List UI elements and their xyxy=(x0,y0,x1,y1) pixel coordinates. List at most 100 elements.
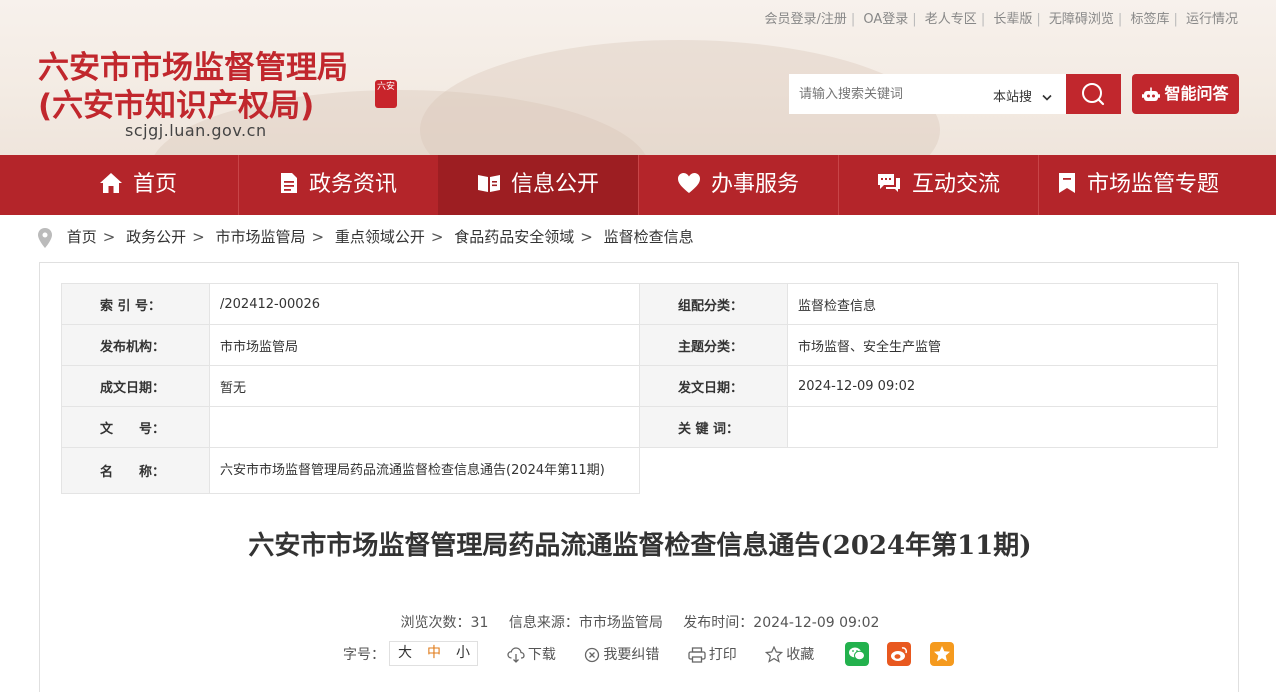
font-size-label: 字号： xyxy=(343,646,385,663)
article-container: 索 引 号： /202412-00026 组配分类： 监督检查信息 发布机构： … xyxy=(39,262,1239,692)
nav-item-news[interactable]: 政务资讯 xyxy=(238,155,438,215)
download-label: 下载 xyxy=(527,646,556,663)
search-scope-label: 本站搜 xyxy=(993,90,1033,105)
view-count: 浏览次数：31 xyxy=(400,615,489,631)
favorite-label: 收藏 xyxy=(786,646,815,663)
nav-label: 首页 xyxy=(132,172,177,197)
document-number-value xyxy=(209,406,640,448)
top-link-elderly-zone[interactable]: 老人专区 xyxy=(925,12,977,27)
star-outline-icon xyxy=(765,645,784,663)
home-icon xyxy=(99,173,122,193)
chat-icon xyxy=(877,174,900,192)
site-title-line2[interactable]: (六安市知识产权局) xyxy=(38,80,314,125)
top-link-elder-version[interactable]: 长辈版 xyxy=(993,12,1032,27)
wechat-icon xyxy=(848,647,865,660)
search-box: 本站搜 xyxy=(789,74,1066,114)
topic-category-value: 市场监督、安全生产监管 xyxy=(787,324,1218,366)
table-row: 成文日期： 暂无 发文日期： 2024-12-09 09:02 xyxy=(61,365,1218,407)
name-value: 六安市市场监督管理局药品流通监督检查信息通告(2024年第11期) xyxy=(209,447,640,494)
nav-item-interaction[interactable]: 互动交流 xyxy=(838,155,1038,215)
written-date-label: 成文日期： xyxy=(61,365,210,407)
font-size-medium[interactable]: 中 xyxy=(419,642,448,665)
robot-icon xyxy=(1142,87,1161,101)
table-row: 索 引 号： /202412-00026 组配分类： 监督检查信息 xyxy=(61,283,1218,325)
main-nav: 首页 政务资讯 信息公开 办事服务 互动交流 市场监管专题 xyxy=(0,155,1276,215)
issue-date-label: 发文日期： xyxy=(639,365,788,407)
printer-icon xyxy=(688,646,706,663)
report-error-label: 我要纠错 xyxy=(603,646,660,663)
keywords-label: 关 键 词： xyxy=(639,406,788,448)
table-row: 文 号： 关 键 词： xyxy=(61,406,1218,448)
top-links: 会员登录/注册 | OA登录 | 老人专区 | 长辈版 | 无障碍浏览 | 标签库 | 运行… xyxy=(764,12,1238,27)
breadcrumb: 首页 > 政务公开 > 市市场监管局 > 重点领域公开 > 食品药品安全领域 > 监督检查… xyxy=(38,226,694,252)
nav-item-info-disclosure[interactable]: 信息公开 xyxy=(438,155,638,215)
breadcrumb-bureau[interactable]: 市市场监管局 xyxy=(216,228,306,246)
nav-label: 互动交流 xyxy=(911,172,1000,197)
nav-item-home[interactable]: 首页 xyxy=(38,155,238,215)
top-link-login[interactable]: 会员登录/注册 xyxy=(764,12,846,27)
top-link-oa[interactable]: OA登录 xyxy=(863,12,908,27)
breadcrumb-inspection-info[interactable]: 监督检查信息 xyxy=(604,228,694,246)
nav-label: 办事服务 xyxy=(710,172,799,197)
print-label: 打印 xyxy=(708,646,737,663)
print-button[interactable]: 打印 xyxy=(688,644,737,664)
nav-item-market-topics[interactable]: 市场监管专题 xyxy=(1038,155,1238,215)
written-date-value: 暂无 xyxy=(209,365,640,407)
ai-qa-button[interactable]: 智能问答 xyxy=(1132,74,1239,114)
download-button[interactable]: 下载 xyxy=(507,644,556,664)
topic-category-label: 主题分类： xyxy=(639,324,788,366)
font-size-switcher: 大中小 xyxy=(389,641,479,666)
top-link-accessibility[interactable]: 无障碍浏览 xyxy=(1049,12,1114,27)
empty-cell xyxy=(787,447,1218,494)
favorite-button[interactable]: 收藏 xyxy=(765,644,814,664)
table-row: 名 称： 六安市市场监督管理局药品流通监督检查信息通告(2024年第11期) xyxy=(61,447,1218,494)
breadcrumb-food-drug-safety[interactable]: 食品药品安全领域 xyxy=(454,228,574,246)
location-pin-icon xyxy=(38,227,52,248)
article-tools: 字号： 大中小 下载 我要纠错 打印 收藏 xyxy=(343,641,954,667)
issue-date-value: 2024-12-09 09:02 xyxy=(787,365,1218,407)
index-number-label: 索 引 号： xyxy=(61,283,210,325)
publish-time: 发布时间：2024-12-09 09:02 xyxy=(683,615,880,631)
share-qzone-button[interactable] xyxy=(929,641,954,666)
search-scope-select[interactable]: 本站搜 xyxy=(993,86,1052,105)
share-wechat-button[interactable] xyxy=(844,641,869,666)
ai-qa-label: 智能问答 xyxy=(1164,84,1229,103)
qzone-star-icon xyxy=(933,645,950,661)
empty-cell xyxy=(639,447,788,494)
breadcrumb-home[interactable]: 首页 xyxy=(67,228,97,246)
site-header: 会员登录/注册 | OA登录 | 老人专区 | 长辈版 | 无障碍浏览 | 标签库 | 运行… xyxy=(0,0,1276,155)
nav-item-services[interactable]: 办事服务 xyxy=(638,155,838,215)
table-row: 发布机构： 市市场监管局 主题分类： 市场监督、安全生产监管 xyxy=(61,324,1218,366)
font-size-small[interactable]: 小 xyxy=(448,642,477,665)
search-input[interactable] xyxy=(789,74,979,114)
group-category-value: 监督检查信息 xyxy=(787,283,1218,325)
info-source: 信息来源：市市场监管局 xyxy=(508,615,663,631)
document-number-label: 文 号： xyxy=(61,406,210,448)
top-link-operation-status[interactable]: 运行情况 xyxy=(1186,12,1238,27)
heart-icon xyxy=(677,173,700,193)
open-book-icon xyxy=(477,175,500,192)
seal-logo: 六安 xyxy=(375,80,397,108)
document-meta-table: 索 引 号： /202412-00026 组配分类： 监督检查信息 发布机构： … xyxy=(61,283,1218,494)
publisher-label: 发布机构： xyxy=(61,324,210,366)
search-icon xyxy=(1082,83,1105,106)
bookmark-icon xyxy=(1058,173,1075,193)
document-icon xyxy=(280,173,297,193)
chevron-down-icon xyxy=(1042,94,1052,101)
breadcrumb-key-areas[interactable]: 重点领域公开 xyxy=(335,228,425,246)
group-category-label: 组配分类： xyxy=(639,283,788,325)
breadcrumb-gov-affairs[interactable]: 政务公开 xyxy=(126,228,186,246)
share-weibo-button[interactable] xyxy=(887,641,912,666)
search-button[interactable] xyxy=(1066,74,1121,114)
weibo-icon xyxy=(891,646,908,661)
index-number-value: /202412-00026 xyxy=(209,283,640,325)
error-circle-icon xyxy=(585,647,600,662)
report-error-button[interactable]: 我要纠错 xyxy=(584,644,659,664)
font-size-large[interactable]: 大 xyxy=(390,642,419,665)
name-label: 名 称： xyxy=(61,447,210,494)
nav-label: 信息公开 xyxy=(510,172,599,197)
publisher-value: 市市场监管局 xyxy=(209,324,640,366)
keywords-value xyxy=(787,406,1218,448)
top-link-tag-library[interactable]: 标签库 xyxy=(1130,12,1169,27)
article-info: 浏览次数：31 信息来源：市市场监管局 发布时间：2024-12-09 09:0… xyxy=(40,612,1240,632)
